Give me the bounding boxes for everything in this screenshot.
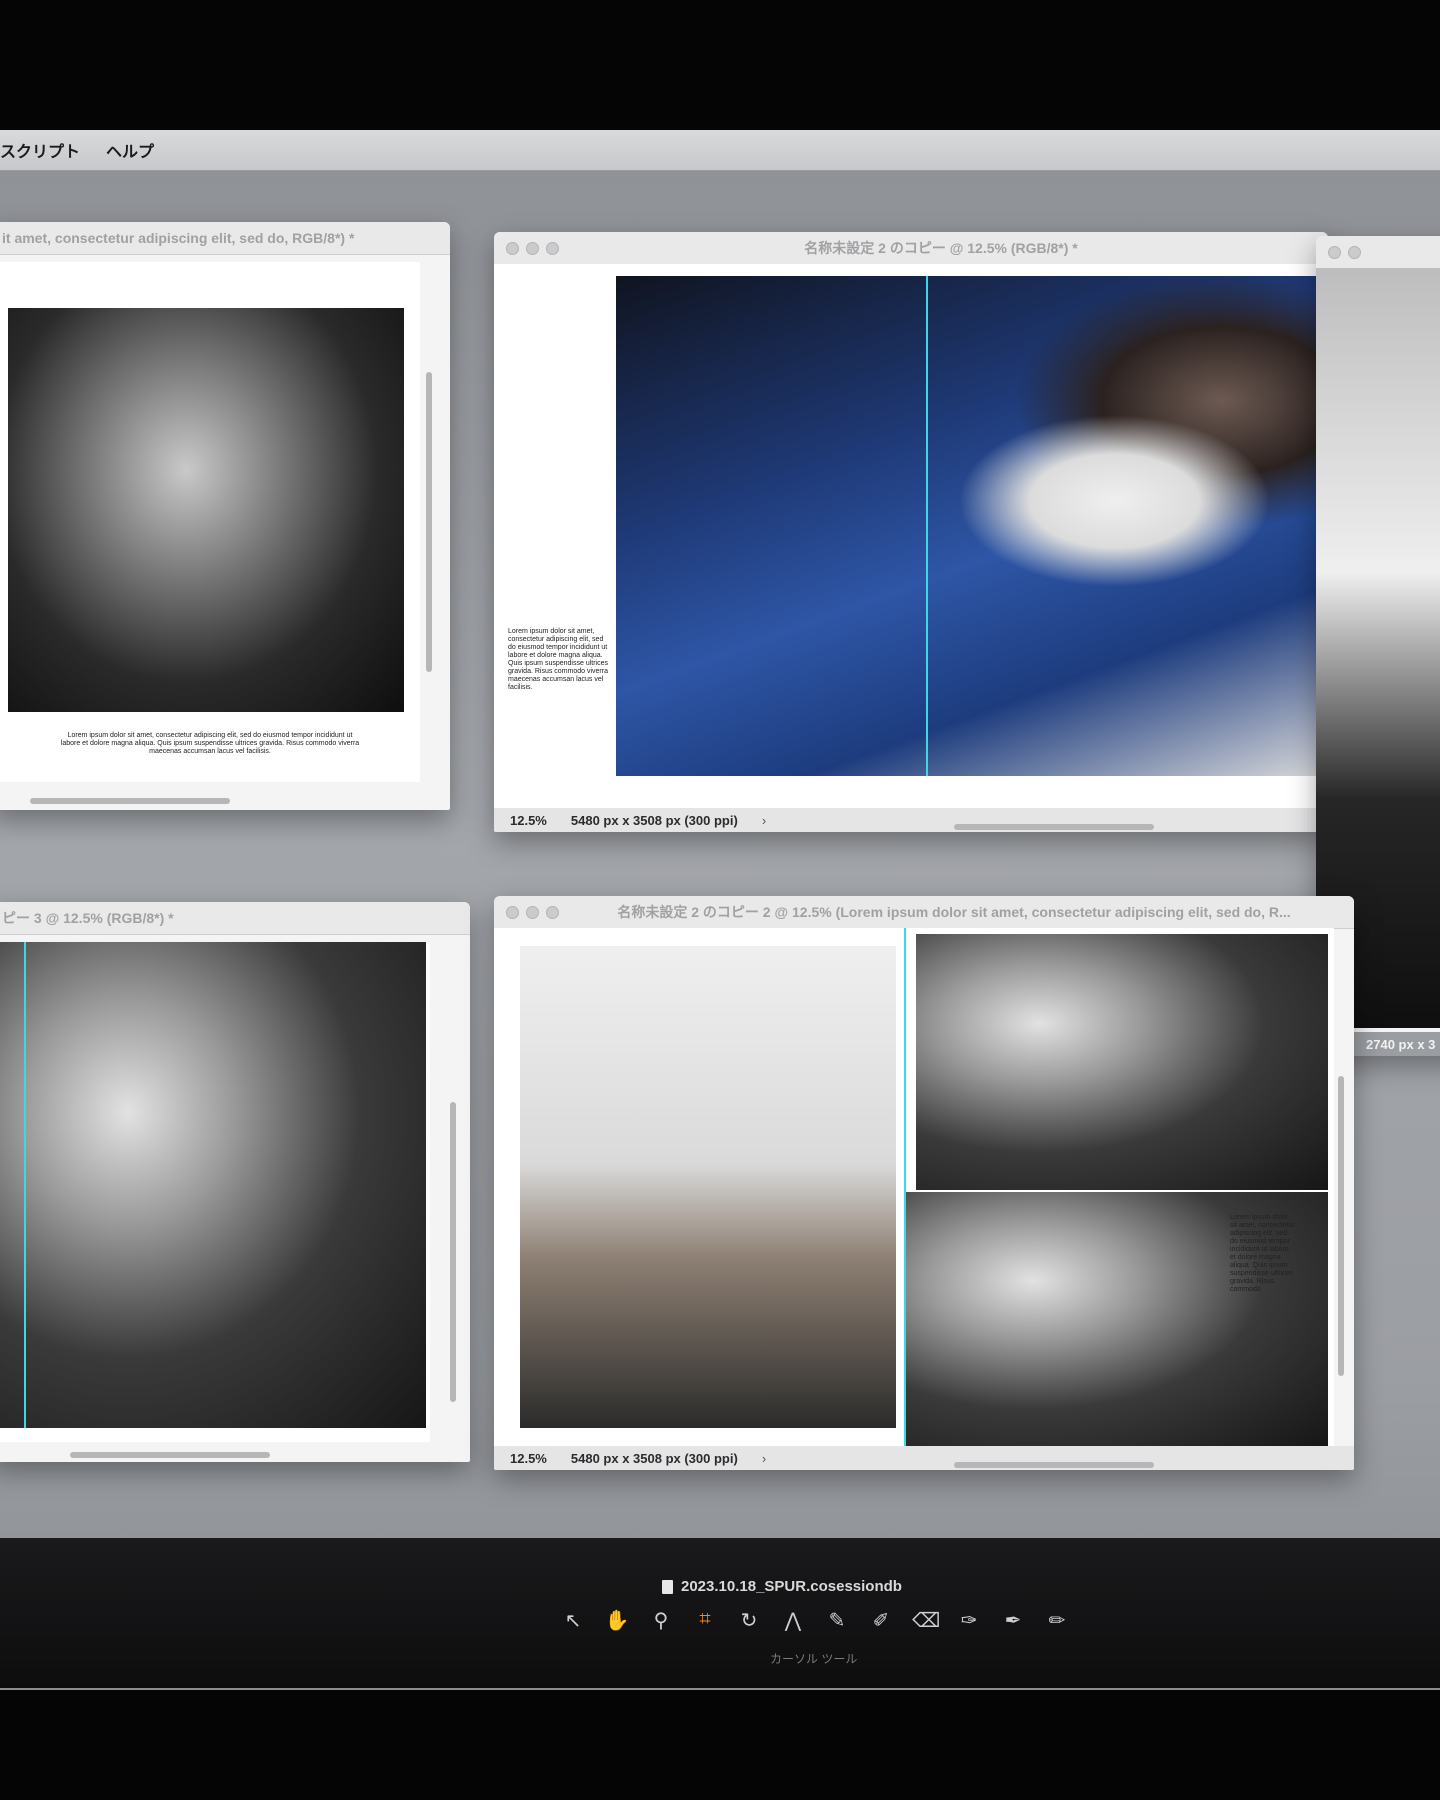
zoom-window-icon[interactable] [546, 905, 559, 919]
picker-icon[interactable]: ✒ [1000, 1608, 1026, 1633]
document-dimensions: 5480 px x 3508 px (300 ppi) [570, 812, 738, 828]
window-titlebar[interactable]: 名 [1316, 236, 1440, 269]
window-title: 名称未設定 2 のコピー @ 12.5% (RGB/8*) * [804, 240, 1078, 256]
session-file-label: 2023.10.18_SPUR.cosessiondb [681, 1578, 902, 1595]
zoom-level[interactable]: 12.5% [510, 813, 547, 828]
crop-icon[interactable]: ⌗ [692, 1608, 718, 1633]
status-menu-arrow[interactable]: › [762, 1451, 766, 1466]
photo-man-seated-sofa [520, 946, 896, 1428]
document-canvas[interactable]: Lorem ipsum dolor sit amet, consectetur … [0, 262, 420, 782]
brush-icon[interactable]: ✐ [868, 1608, 894, 1633]
spot-removal-icon[interactable]: ✎ [824, 1608, 850, 1633]
desktop-screen: スクリプト ヘルプ it amet, consectetur adipiscin… [0, 130, 1440, 1690]
guide-line[interactable] [926, 276, 928, 776]
eraser-icon[interactable]: ⌫ [912, 1608, 940, 1633]
hand-icon[interactable]: ✋ [604, 1608, 630, 1633]
document-icon [662, 1579, 673, 1594]
document-window-top-left[interactable]: it amet, consectetur adipiscing elit, se… [0, 222, 450, 810]
menu-script[interactable]: スクリプト [0, 138, 80, 162]
minimize-window-icon[interactable] [526, 905, 539, 919]
window-title: 名 [1368, 242, 1440, 262]
menu-bar: スクリプト ヘルプ [0, 130, 1440, 171]
window-titlebar[interactable]: 名称未設定 2 のコピー 2 @ 12.5% (Lorem ipsum dolo… [494, 896, 1354, 929]
caption-text: Lorem ipsum dolor sit amet, consectetur … [508, 628, 608, 691]
photo-bw-man-shadow [916, 934, 1328, 1190]
caption-text: Lorem ipsum dolor sit amet, consectetur … [1230, 1214, 1295, 1293]
window-titlebar[interactable]: ピー 3 @ 12.5% (RGB/8*) * [0, 902, 470, 935]
vertical-scrollbar[interactable] [450, 1102, 456, 1402]
gradient-icon[interactable]: ✑ [956, 1608, 982, 1633]
document-canvas[interactable]: Lorem ipsum dolor sit amet, consectetur … [494, 928, 1334, 1446]
document-window-top-center[interactable]: 名称未設定 2 のコピー @ 12.5% (RGB/8*) * Lorem ip… [494, 232, 1328, 832]
zoom-window-icon[interactable] [546, 241, 559, 255]
window-titlebar[interactable]: it amet, consectetur adipiscing elit, se… [0, 222, 450, 255]
close-window-icon[interactable] [506, 905, 519, 919]
menu-help[interactable]: ヘルプ [106, 138, 154, 162]
zoom-icon[interactable]: ⚲ [648, 1608, 674, 1633]
document-window-bottom-left[interactable]: ピー 3 @ 12.5% (RGB/8*) * [0, 902, 470, 1462]
window-title: it amet, consectetur adipiscing elit, se… [2, 230, 355, 246]
horizontal-scrollbar[interactable] [954, 824, 1154, 830]
window-title: ピー 3 @ 12.5% (RGB/8*) * [2, 910, 174, 926]
photo-man-denim-reclining [616, 276, 1328, 776]
tool-bar: 2023.10.18_SPUR.cosessiondb ↖ ✋ ⚲ ⌗ ↻ ⋀ ✎ ✐ ⌫ ✑ ✒ ✏… [0, 1538, 1440, 1688]
photo-bw-man-sleeveless [8, 308, 404, 712]
close-window-icon[interactable] [506, 241, 519, 255]
horizontal-scrollbar[interactable] [30, 798, 230, 804]
document-dimensions: 2740 px x 3 [1366, 1036, 1436, 1052]
vertical-scrollbar[interactable] [1338, 1076, 1344, 1376]
minimize-window-icon[interactable] [526, 241, 539, 255]
document-canvas[interactable]: Lorem ipsum dolor sit amet, consectetur … [494, 264, 1328, 808]
active-tool-label: カーソル ツール [770, 1652, 858, 1666]
pointer-icon[interactable]: ↖ [560, 1608, 586, 1633]
document-canvas[interactable] [0, 942, 430, 1442]
status-bar: 12.5% 5480 px x 3508 px (300 ppi) › [494, 1446, 1354, 1470]
vertical-scrollbar[interactable] [426, 372, 432, 672]
close-window-icon[interactable] [1328, 245, 1341, 259]
status-bar: 12.5% 5480 px x 3508 px (300 ppi) › [494, 808, 1328, 832]
caption-text: Lorem ipsum dolor sit amet, consectetur … [60, 732, 360, 755]
keystone-icon[interactable]: ⋀ [780, 1608, 806, 1633]
document-window-bottom-center[interactable]: 名称未設定 2 のコピー 2 @ 12.5% (Lorem ipsum dolo… [494, 896, 1354, 1470]
window-titlebar[interactable]: 名称未設定 2 のコピー @ 12.5% (RGB/8*) * [494, 232, 1328, 265]
tool-palette: ↖ ✋ ⚲ ⌗ ↻ ⋀ ✎ ✐ ⌫ ✑ ✒ ✏ [560, 1608, 1070, 1633]
document-dimensions: 5480 px x 3508 px (300 ppi) [570, 1450, 738, 1466]
status-menu-arrow[interactable]: › [762, 813, 766, 828]
photo-bw-man-lying [0, 942, 426, 1428]
horizontal-scrollbar[interactable] [70, 1452, 270, 1458]
annotate-icon[interactable]: ✏ [1044, 1608, 1070, 1633]
guide-line[interactable] [24, 942, 26, 1428]
session-filename: 2023.10.18_SPUR.cosessiondb [662, 1578, 902, 1595]
horizontal-scrollbar[interactable] [954, 1462, 1154, 1468]
minimize-window-icon[interactable] [1348, 245, 1361, 259]
window-title: 名称未設定 2 のコピー 2 @ 12.5% (Lorem ipsum dolo… [617, 904, 1291, 920]
zoom-level[interactable]: 12.5% [510, 1451, 547, 1466]
rotate-icon[interactable]: ↻ [736, 1608, 762, 1633]
